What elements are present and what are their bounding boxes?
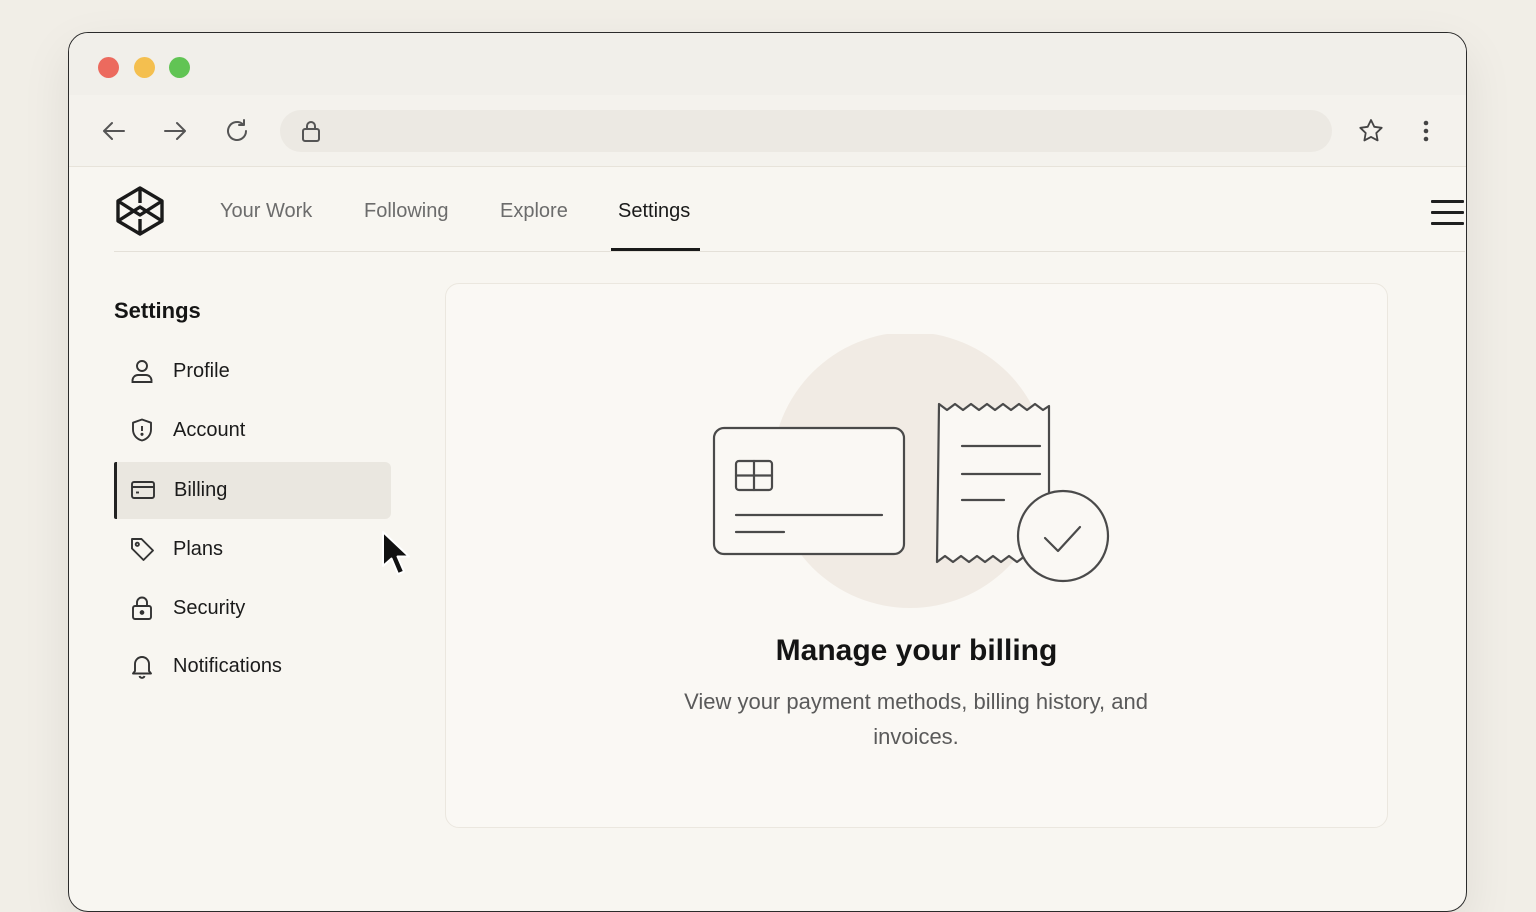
hamburger-icon[interactable] [1431,197,1465,227]
tag-icon [131,538,154,561]
browser-window: Your Work Following Explore Settings Set… [68,32,1467,912]
back-arrow-icon[interactable] [100,117,128,145]
lock-icon [302,121,320,142]
tab-explore[interactable]: Explore [500,200,568,223]
mouse-pointer-icon [382,531,410,575]
credit-card-icon [131,481,155,499]
tab-following[interactable]: Following [364,200,448,223]
user-icon [131,360,153,383]
address-bar[interactable] [280,110,1332,152]
sidebar-item-label: Billing [174,479,228,501]
sidebar-item-label: Account [173,419,246,441]
tab-your-work[interactable]: Your Work [220,200,312,223]
sidebar-item-billing[interactable]: Billing [114,462,391,519]
shield-icon [132,418,152,442]
active-tab-indicator [611,248,700,251]
reload-icon[interactable] [223,117,251,145]
sidebar-item-plans[interactable]: Plans [114,521,391,578]
sidebar-item-label: Plans [173,538,224,560]
sidebar-item-account[interactable]: Account [114,402,391,459]
app-navigation: Your Work Following Explore Settings [114,167,1465,252]
lock-icon [132,596,152,620]
sidebar-item-label: Security [173,597,246,619]
maximize-window-button[interactable] [169,57,190,78]
close-window-button[interactable] [98,57,119,78]
browser-toolbar [69,95,1466,167]
forward-arrow-icon[interactable] [161,117,189,145]
sidebar-item-security[interactable]: Security [114,580,391,637]
tab-settings[interactable]: Settings [618,200,690,223]
card-description: View your payment methods, billing histo… [684,689,1148,749]
billing-illustration [712,334,1110,608]
minimize-window-button[interactable] [134,57,155,78]
title-bar [69,33,1466,95]
sidebar-item-label: Notifications [173,655,282,677]
billing-content-card: Manage your billing View your payment me… [445,283,1388,828]
more-vertical-icon[interactable] [1412,117,1440,145]
codepen-cube-logo[interactable] [114,185,166,237]
sidebar-item-profile[interactable]: Profile [114,343,391,400]
sidebar-title: Settings [114,298,201,323]
sidebar-item-notifications[interactable]: Notifications [114,638,391,695]
bell-icon [132,656,152,679]
card-title: Manage your billing [775,634,1058,667]
sidebar-item-label: Profile [173,360,230,382]
star-icon[interactable] [1357,117,1385,145]
